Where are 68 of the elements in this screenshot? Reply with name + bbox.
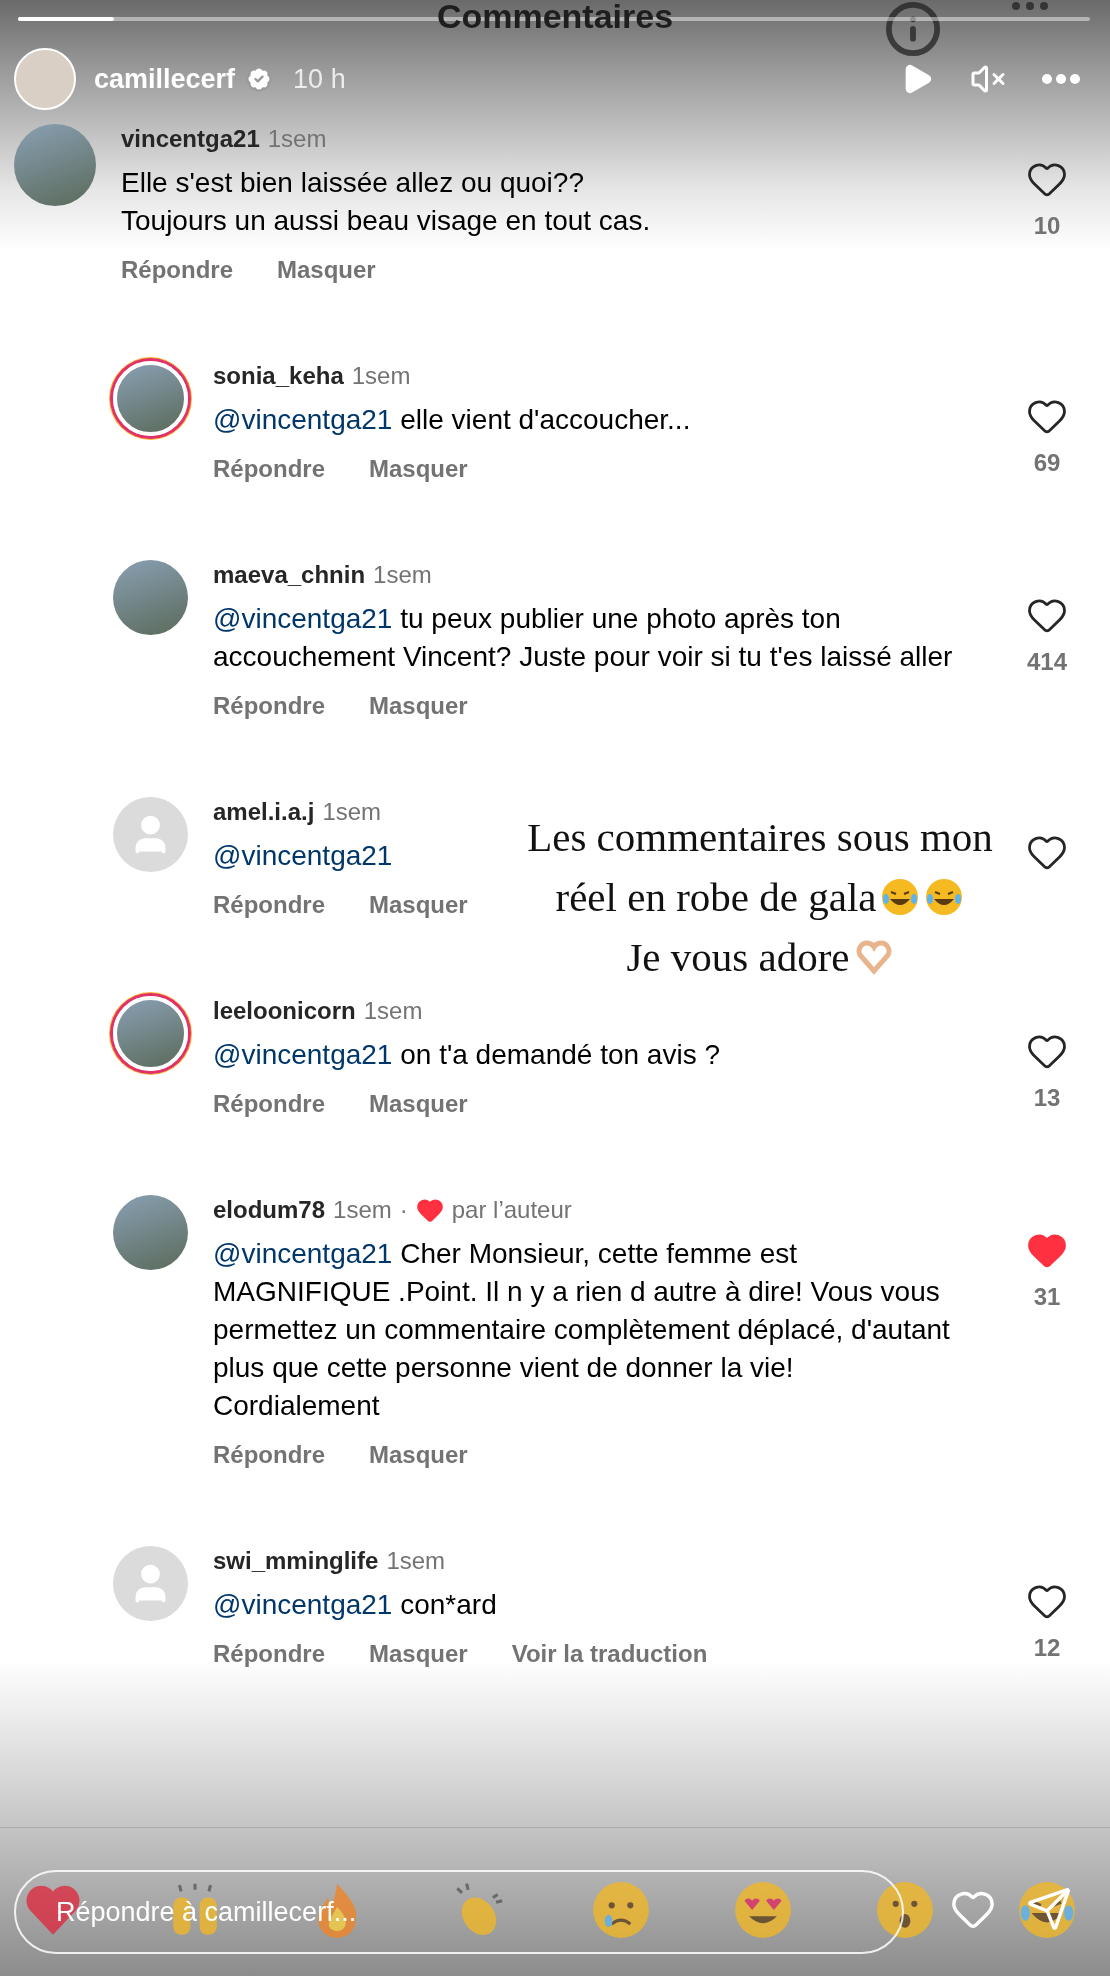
comment-time: 1sem xyxy=(267,125,327,153)
more-button[interactable] xyxy=(1042,74,1080,84)
comment-text: @vincentga21 Cher Monsieur, cette femme est MAGNIFIQUE .Point. Il n y a rien d autre à dire! Vous vous permettez un commentaire complètement déplacé, d'autant plus que cette personne vient de donner la vie! Cordialement xyxy=(213,1237,951,1423)
username[interactable]: vincentga21 xyxy=(121,125,260,153)
like-count: 10 xyxy=(1033,212,1061,240)
like-count: 414 xyxy=(1026,648,1067,676)
info-icon[interactable] xyxy=(884,0,942,58)
comment-time: 1sem xyxy=(333,1196,392,1224)
caption-text: Les commentaires sous mon xyxy=(527,813,993,862)
comment-action[interactable]: Répondre xyxy=(213,891,325,919)
comment-action[interactable]: Répondre xyxy=(213,692,325,720)
comment-time: 1sem xyxy=(373,561,432,589)
mention-link[interactable]: @vincentga21 xyxy=(213,603,393,634)
username[interactable]: leeloonicorn xyxy=(213,997,356,1025)
comment-time: 1sem xyxy=(351,362,411,390)
caption-text: réel en robe de gala xyxy=(555,873,877,922)
comment-text: @vincentga21 on t'a demandé ton avis ? xyxy=(213,1038,721,1072)
laughing-face-icon xyxy=(880,877,921,917)
username[interactable]: amel.i.a.j xyxy=(213,798,315,826)
username[interactable]: elodum78 xyxy=(213,1196,326,1224)
caption-text: Je vous adore xyxy=(626,933,850,982)
story-username[interactable]: camillecerf xyxy=(94,63,236,95)
username[interactable]: swi_mminglife xyxy=(213,1547,379,1575)
comment-text: @vincentga21 con*ard xyxy=(213,1588,498,1622)
comment-action[interactable]: Répondre xyxy=(213,1090,325,1118)
mention-link[interactable]: @vincentga21 xyxy=(213,1238,393,1269)
laughing-face-icon xyxy=(924,877,965,917)
separator-dot: · xyxy=(399,1196,408,1224)
comment-action[interactable]: Voir la traduction xyxy=(511,1640,708,1668)
mention-link[interactable]: @vincentga21 xyxy=(213,1589,393,1620)
liked-by-author-label: par l’auteur xyxy=(451,1196,572,1224)
comment-action[interactable]: Masquer xyxy=(277,256,376,284)
comment-action[interactable]: Répondre xyxy=(213,455,325,483)
mention-link[interactable]: @vincentga21 xyxy=(213,1039,393,1070)
laughing-face-icon xyxy=(1016,1879,1078,1941)
comment-time: 1sem xyxy=(363,997,423,1025)
more-icon xyxy=(1042,74,1080,84)
mention-link[interactable]: @vincentga21 xyxy=(213,404,393,435)
comment-action[interactable]: Masquer xyxy=(369,1640,468,1668)
comment-time: 1sem xyxy=(322,798,382,826)
send-button[interactable] xyxy=(1026,1886,1072,1932)
comment-action[interactable]: Répondre xyxy=(213,1640,325,1668)
comment-action[interactable]: Répondre xyxy=(213,1441,325,1469)
send-icon xyxy=(1026,1886,1072,1932)
like-count: 69 xyxy=(1033,449,1061,477)
heart-icon xyxy=(415,1196,444,1224)
username[interactable]: maeva_chnin xyxy=(213,561,366,589)
comment-text: Elle s'est bien laissée allez ou quoi?? Toujours un aussi beau visage en tout cas. xyxy=(121,166,652,238)
comment-text: @vincentga21 tu peux publier une photo après ton accouchement Vincent? Juste pour voir si tu t'es laissé aller xyxy=(213,602,953,674)
like-count: 13 xyxy=(1033,1084,1061,1112)
comment-action[interactable]: Masquer xyxy=(369,1441,468,1469)
comment-action[interactable]: Répondre xyxy=(121,256,233,284)
like-count: 12 xyxy=(1033,1634,1061,1662)
comment-action[interactable]: Masquer xyxy=(369,455,468,483)
comment-action[interactable]: Masquer xyxy=(369,692,468,720)
crying-face-icon xyxy=(590,1879,652,1941)
verified-badge-icon xyxy=(245,65,274,93)
story-time: 10 h xyxy=(293,63,346,95)
more-icon xyxy=(1012,2,1048,10)
comment-action[interactable]: Masquer xyxy=(369,891,468,919)
username[interactable]: sonia_keha xyxy=(213,362,344,390)
comment-action[interactable]: Masquer xyxy=(369,1090,468,1118)
comment-text: @vincentga21 elle vient d'accoucher... xyxy=(213,403,692,437)
heart-eyes-face-icon xyxy=(732,1879,794,1941)
surprised-face-icon xyxy=(874,1879,936,1941)
comment-time: 1sem xyxy=(386,1547,446,1575)
like-count: 31 xyxy=(1033,1283,1061,1311)
mention-link[interactable]: @vincentga21 xyxy=(213,840,393,871)
